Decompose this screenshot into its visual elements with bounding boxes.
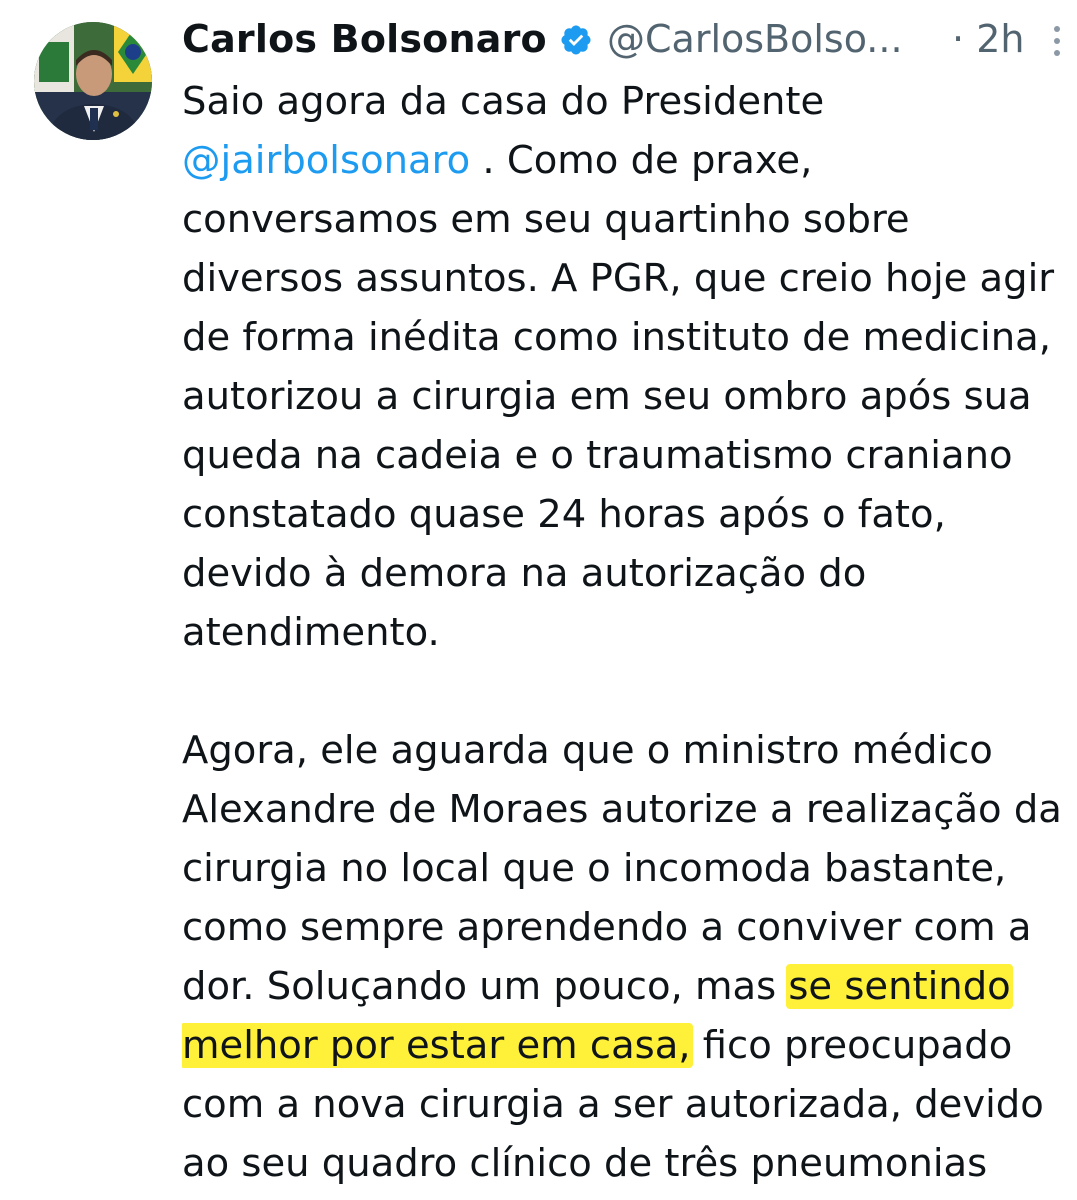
tweet-line: Saio agora da casa do Presidente — [182, 79, 825, 124]
tweet-text: Saio agora da casa do Presidente @jairbo… — [182, 72, 1077, 1193]
tweet-line: devido à demora na autorização do — [182, 551, 867, 596]
tweet-line: dor. Soluçando um pouco, mas se sentindo — [182, 957, 1077, 1016]
tweet-line: cirurgia no local que o incomoda bastant… — [182, 846, 1007, 891]
tweet-line-text: dor. Soluçando um pouco, mas — [182, 964, 789, 1009]
display-name[interactable]: Carlos Bolsonaro — [182, 17, 547, 61]
tweet-line: @jairbolsonaro . Como de praxe, — [182, 131, 1077, 190]
tweet-line: ao seu quadro clínico de três pneumonias — [182, 1141, 988, 1186]
tweet-line-text: fico preocupado — [690, 1023, 1013, 1068]
verified-badge-icon — [561, 25, 591, 55]
avatar-photo-icon — [34, 22, 152, 140]
highlighted-text: se sentindo — [786, 964, 1013, 1009]
tweet-line: atendimento. — [182, 610, 440, 655]
tweet-line: como sempre aprendendo a conviver com a — [182, 905, 1032, 950]
tweet-line: de forma inédita como instituto de medic… — [182, 315, 1051, 360]
time-separator: · — [952, 17, 965, 61]
tweet-line: autorizou a cirurgia em seu ombro após s… — [182, 374, 1032, 419]
handle[interactable]: @CarlosBolso... — [607, 10, 903, 68]
tweet-line: diversos assuntos. A PGR, que creio hoje… — [182, 256, 1055, 301]
tweet-line: constatado quase 24 horas após o fato, — [182, 492, 946, 537]
tweet-line: conversamos em seu quartinho sobre — [182, 197, 910, 242]
tweet-line: queda na cadeia e o traumatismo craniano — [182, 433, 1013, 478]
timestamp[interactable]: · 2h — [952, 10, 1024, 68]
time-value: 2h — [976, 17, 1025, 61]
tweet-line: melhor por estar em casa, fico preocupad… — [182, 1016, 1077, 1075]
tweet-line: Agora, ele aguarda que o ministro médico — [182, 728, 993, 773]
tweet-line: Alexandre de Moraes autorize a realizaçã… — [182, 787, 1062, 832]
tweet[interactable]: Carlos Bolsonaro @CarlosBolso... · 2h Sa… — [0, 0, 1077, 1200]
more-vertical-icon[interactable] — [1050, 24, 1064, 58]
tweet-line: com a nova cirurgia a ser autorizada, de… — [182, 1082, 1044, 1127]
mention-link[interactable]: @jairbolsonaro — [182, 138, 470, 183]
avatar[interactable] — [34, 22, 152, 140]
tweet-header: Carlos Bolsonaro @CarlosBolso... · 2h — [182, 10, 1077, 68]
tweet-line-text: . Como de praxe, — [470, 138, 813, 183]
highlighted-text: melhor por estar em casa, — [182, 1023, 693, 1068]
